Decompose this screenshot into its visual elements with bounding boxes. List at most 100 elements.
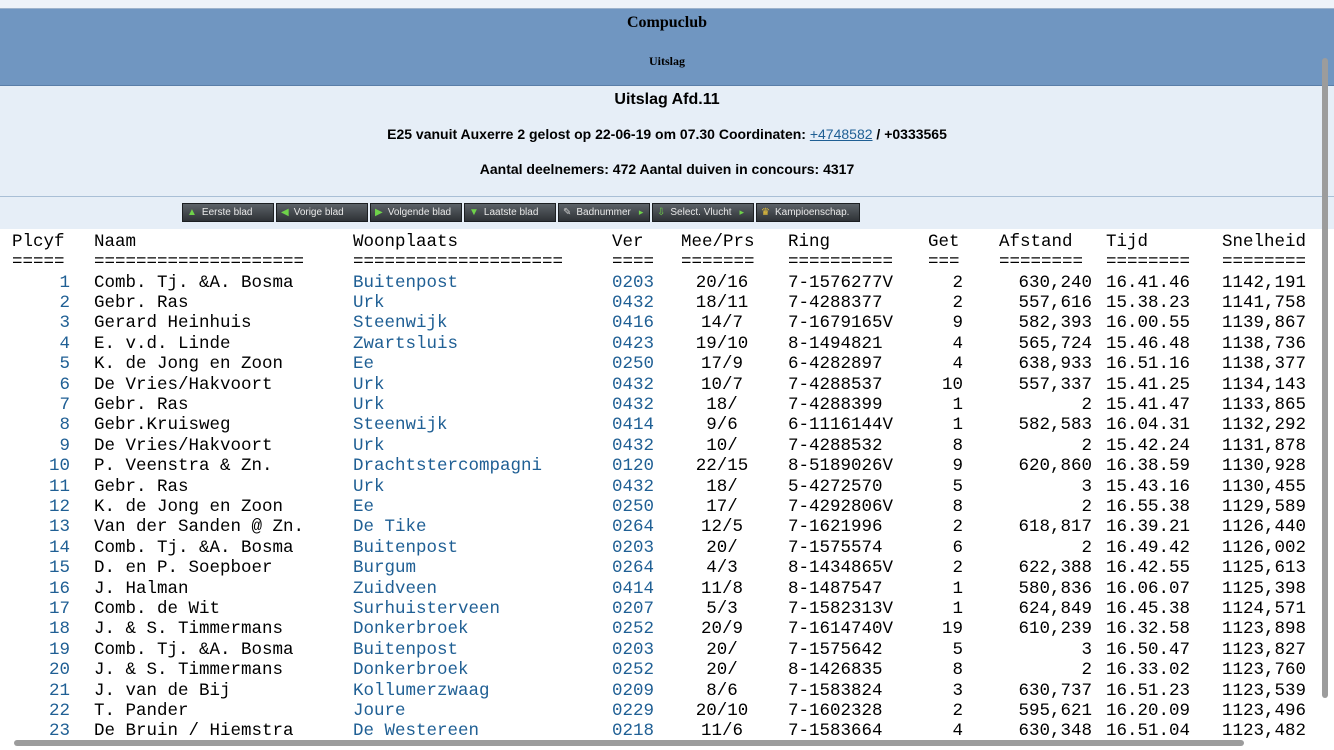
cell-ver[interactable]: 0432	[612, 293, 658, 313]
cell-plcyf[interactable]: 7	[12, 395, 70, 415]
cell-plcyf[interactable]: 18	[12, 619, 70, 639]
cell-get: 2	[952, 558, 963, 579]
cell-plcyf[interactable]: 14	[12, 538, 70, 558]
cell-meeprs: 10/7	[700, 374, 743, 395]
cell-ring: 8-1494821	[788, 333, 883, 354]
cell-ver[interactable]: 0432	[612, 436, 658, 456]
cell-ver[interactable]: 0120	[612, 456, 658, 476]
cell-ver[interactable]: 0432	[612, 477, 658, 497]
cell-woonplaats[interactable]: Buitenpost	[353, 640, 603, 660]
cell-plcyf[interactable]: 1	[12, 273, 70, 293]
cell-plcyf[interactable]: 20	[12, 660, 70, 680]
cell-plcyf[interactable]: 6	[12, 375, 70, 395]
cell-snelheid: 1123,760	[1222, 660, 1307, 681]
cell-woonplaats[interactable]: Urk	[353, 293, 603, 313]
dropdown-arrow-icon: ▸	[739, 207, 745, 217]
cell-plcyf[interactable]: 10	[12, 456, 70, 476]
header-get: Get	[928, 232, 960, 252]
nav-button-badnummer[interactable]: ✎ Badnummer ▸	[558, 203, 650, 222]
cell-ver[interactable]: 0203	[612, 273, 658, 293]
header-ring: Ring	[788, 232, 831, 252]
cell-ver[interactable]: 0250	[612, 354, 658, 374]
cell-ver[interactable]: 0218	[612, 721, 658, 741]
nav-button-select-vlucht[interactable]: ⇩ Select. Vlucht ▸	[652, 203, 754, 222]
cell-meeprs: 20/	[706, 660, 738, 681]
cell-woonplaats[interactable]: Ee	[353, 354, 603, 374]
cell-plcyf[interactable]: 2	[12, 293, 70, 313]
cell-ver[interactable]: 0264	[612, 558, 658, 578]
cell-ver[interactable]: 0252	[612, 619, 658, 639]
cell-ver[interactable]: 0414	[612, 415, 658, 435]
nav-button-group: ▲ Eerste blad ◀ Vorige blad ▶ Volgende blad ▼ L…	[182, 203, 860, 222]
cell-woonplaats[interactable]: Buitenpost	[353, 273, 603, 293]
cell-ver[interactable]: 0432	[612, 375, 658, 395]
cell-naam: Van der Sanden @ Zn.	[94, 517, 305, 538]
cell-woonplaats[interactable]: Burgum	[353, 558, 603, 578]
cell-plcyf[interactable]: 19	[12, 640, 70, 660]
cell-woonplaats[interactable]: Drachtstercompagni	[353, 456, 603, 476]
cell-naam: J. & S. Timmermans	[94, 619, 284, 640]
cell-woonplaats[interactable]: Donkerbroek	[353, 619, 603, 639]
cell-plcyf[interactable]: 8	[12, 415, 70, 435]
cell-woonplaats[interactable]: Ee	[353, 497, 603, 517]
cell-woonplaats[interactable]: Donkerbroek	[353, 660, 603, 680]
nav-button-volgende-blad[interactable]: ▶ Volgende blad	[370, 203, 462, 222]
cell-woonplaats[interactable]: Urk	[353, 395, 603, 415]
header-tijd: Tijd	[1106, 232, 1149, 252]
cell-plcyf[interactable]: 17	[12, 599, 70, 619]
cell-ver[interactable]: 0250	[612, 497, 658, 517]
cell-ver[interactable]: 0264	[612, 517, 658, 537]
cell-woonplaats[interactable]: Joure	[353, 701, 603, 721]
cell-woonplaats[interactable]: Kollumerzwaag	[353, 681, 603, 701]
cell-plcyf[interactable]: 21	[12, 681, 70, 701]
cell-plcyf[interactable]: 15	[12, 558, 70, 578]
cell-afstand: 2	[1081, 537, 1092, 558]
table-separator-row: ===== ==================== ===============…	[0, 252, 1334, 272]
cell-get: 2	[952, 700, 963, 721]
cell-woonplaats[interactable]: De Westereen	[353, 721, 603, 741]
cell-plcyf[interactable]: 13	[12, 517, 70, 537]
cell-ver[interactable]: 0414	[612, 579, 658, 599]
cell-ver[interactable]: 0423	[612, 334, 658, 354]
cell-ver[interactable]: 0207	[612, 599, 658, 619]
cell-plcyf[interactable]: 23	[12, 721, 70, 741]
cell-woonplaats[interactable]: Zwartsluis	[353, 334, 603, 354]
cell-woonplaats[interactable]: Surhuisterveen	[353, 599, 603, 619]
cell-ver[interactable]: 0252	[612, 660, 658, 680]
nav-button-vorige-blad[interactable]: ◀ Vorige blad	[276, 203, 368, 222]
cell-ver[interactable]: 0203	[612, 538, 658, 558]
cell-ver[interactable]: 0209	[612, 681, 658, 701]
cell-woonplaats[interactable]: Buitenpost	[353, 538, 603, 558]
cell-meeprs: 20/	[706, 537, 738, 558]
cell-afstand: 630,240	[1018, 272, 1092, 293]
nav-button-kampioenschap[interactable]: ♛ Kampioenschap.	[756, 203, 860, 222]
nav-button-eerste-blad[interactable]: ▲ Eerste blad	[182, 203, 274, 222]
cell-plcyf[interactable]: 9	[12, 436, 70, 456]
cell-woonplaats[interactable]: Urk	[353, 436, 603, 456]
cell-tijd: 16.51.04	[1106, 721, 1191, 742]
down-arrow-icon: ▼	[469, 206, 479, 218]
cell-woonplaats[interactable]: De Tike	[353, 517, 603, 537]
cell-ver[interactable]: 0229	[612, 701, 658, 721]
cell-plcyf[interactable]: 11	[12, 477, 70, 497]
cell-woonplaats[interactable]: Zuidveen	[353, 579, 603, 599]
cell-woonplaats[interactable]: Steenwijk	[353, 313, 603, 333]
nav-button-laatste-blad[interactable]: ▼ Laatste blad	[464, 203, 556, 222]
cell-plcyf[interactable]: 3	[12, 313, 70, 333]
horizontal-scrollbar[interactable]	[14, 740, 1244, 746]
coordinates-link[interactable]: +4748582	[810, 126, 873, 142]
table-row: 8 Gebr.Kruisweg Steenwijk 0414 9/6 6-1116144V…	[0, 415, 1334, 435]
cell-woonplaats[interactable]: Urk	[353, 375, 603, 395]
cell-plcyf[interactable]: 12	[12, 497, 70, 517]
cell-snelheid: 1130,928	[1222, 456, 1307, 477]
cell-woonplaats[interactable]: Steenwijk	[353, 415, 603, 435]
cell-ver[interactable]: 0432	[612, 395, 658, 415]
cell-ver[interactable]: 0416	[612, 313, 658, 333]
cell-plcyf[interactable]: 4	[12, 334, 70, 354]
cell-plcyf[interactable]: 16	[12, 579, 70, 599]
vertical-scrollbar[interactable]	[1322, 58, 1328, 698]
cell-plcyf[interactable]: 22	[12, 701, 70, 721]
cell-woonplaats[interactable]: Urk	[353, 477, 603, 497]
cell-plcyf[interactable]: 5	[12, 354, 70, 374]
cell-ver[interactable]: 0203	[612, 640, 658, 660]
